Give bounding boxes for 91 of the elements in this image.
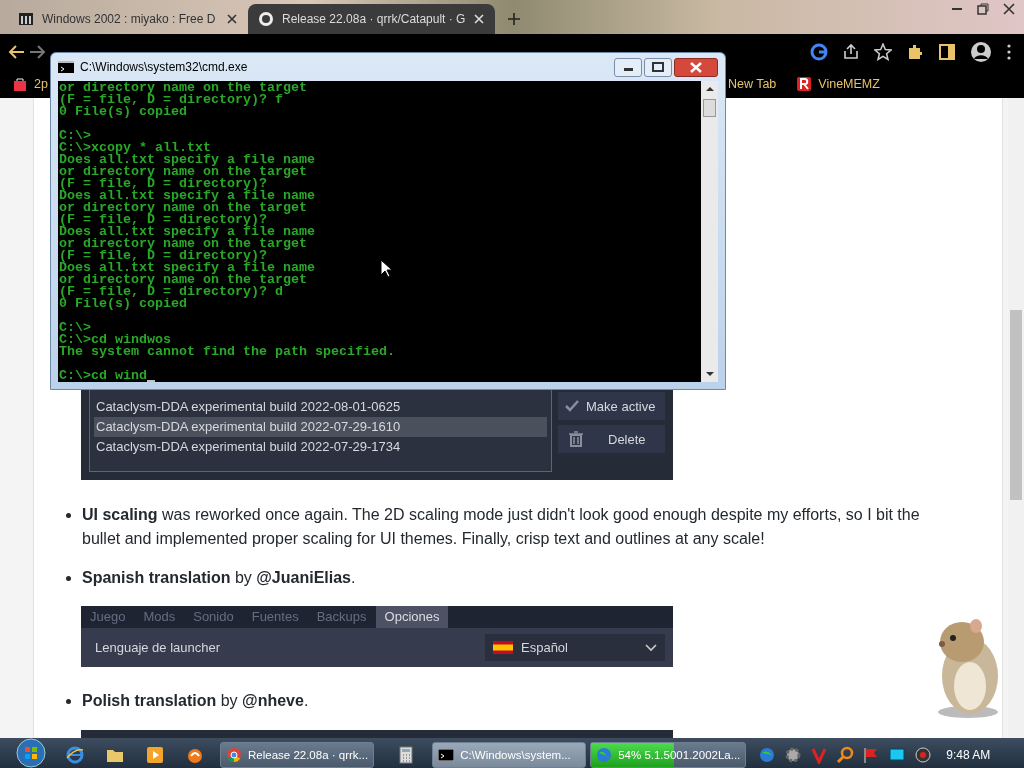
clock: 9:48 AM bbox=[946, 748, 991, 762]
mention-link[interactable]: @JuaniElias bbox=[256, 569, 351, 586]
back-arrow-icon[interactable] bbox=[8, 43, 26, 61]
building-icon bbox=[18, 11, 34, 27]
tab-title: Windows 2002 : miyako : Free D bbox=[42, 12, 217, 26]
console-line: (F = file, D = directory)? bbox=[59, 250, 267, 262]
forward-arrow-icon[interactable] bbox=[28, 43, 46, 61]
scrollbar-thumb[interactable] bbox=[703, 99, 716, 117]
console-line: C:\> bbox=[59, 130, 91, 142]
check-icon bbox=[564, 398, 580, 414]
letter-r-logo-icon bbox=[796, 76, 813, 92]
launcher-tab[interactable]: Opciones bbox=[375, 606, 449, 628]
close-icon[interactable] bbox=[674, 57, 718, 77]
console-line: or directory name on the target bbox=[59, 166, 307, 178]
tab-title: Release 22.08a · qrrk/Catapult · G bbox=[282, 12, 466, 26]
console-line: Does all.txt specify a file name bbox=[59, 154, 315, 166]
letter-v-icon[interactable] bbox=[810, 746, 829, 764]
spain-flag-icon bbox=[493, 641, 513, 654]
console-line: or directory name on the target bbox=[59, 274, 307, 286]
browser-tab[interactable]: Release 22.08a · qrrk/Catapult · G bbox=[248, 4, 496, 34]
bookmark-link[interactable]: 2p bbox=[34, 77, 48, 91]
console-line: (F = file, D = directory)? bbox=[59, 214, 267, 226]
setting-label: Lenguaje de launcher bbox=[95, 640, 221, 655]
mention-link[interactable]: @nheve bbox=[242, 692, 304, 709]
console-icon bbox=[58, 61, 74, 73]
console-line: (F = file, D = directory)? d bbox=[59, 286, 283, 298]
console-line: C:\>cd windwos bbox=[59, 334, 171, 346]
magnifier-icon[interactable] bbox=[836, 746, 855, 764]
console-line: or directory name on the target bbox=[59, 238, 307, 250]
chevron-down-icon bbox=[645, 643, 657, 652]
calculator-icon[interactable] bbox=[398, 746, 415, 764]
restore-icon[interactable] bbox=[976, 2, 990, 16]
down-arrow-icon[interactable] bbox=[704, 370, 715, 378]
sidebar-icon[interactable] bbox=[938, 43, 956, 61]
language-dropdown[interactable]: Español bbox=[485, 634, 665, 661]
bookmark-link[interactable]: New Tab bbox=[727, 77, 777, 91]
globe-icon bbox=[596, 747, 613, 763]
taskbar-button[interactable]: 54% 5.1.5001.2002La... bbox=[590, 742, 747, 768]
console-line: (F = file, D = directory)? f bbox=[59, 94, 283, 106]
bullet-text: UI scaling was reworked once again. The 2D scaling mode just didn't look good enough despite my efforts, so I bit the bullet and implemented proper scaling for UI themes. Finally, crisp text and outlines at any scale! bbox=[82, 505, 921, 549]
screen-icon[interactable] bbox=[888, 746, 907, 764]
text-cursor bbox=[147, 380, 155, 382]
console-line: The system cannot find the path specified. bbox=[59, 346, 395, 358]
console-line: or directory name on the target bbox=[59, 202, 307, 214]
console-icon bbox=[438, 749, 455, 761]
bookmark-link[interactable]: VineMEMZ bbox=[818, 77, 880, 91]
mouse-pointer-icon bbox=[380, 259, 393, 278]
profile-icon[interactable] bbox=[970, 41, 992, 63]
trash-icon bbox=[568, 431, 584, 447]
scrollbar[interactable] bbox=[701, 81, 718, 382]
menu-dots-icon[interactable] bbox=[1006, 43, 1012, 61]
console-line: Does all.txt specify a file name bbox=[59, 190, 315, 202]
google-g-icon[interactable] bbox=[810, 43, 828, 61]
bullet-text: Spanish translation by @JuaniElias. bbox=[82, 568, 357, 588]
star-icon[interactable] bbox=[874, 43, 892, 61]
console-line: Does all.txt specify a file name bbox=[59, 262, 315, 274]
bullet-text: Polish translation by @nheve. bbox=[82, 691, 310, 711]
taskbar-button[interactable]: Release 22.08a · qrrk... bbox=[220, 742, 375, 768]
close-icon[interactable] bbox=[1002, 2, 1016, 16]
puzzle-piece-icon[interactable] bbox=[906, 43, 924, 61]
scrollbar-thumb[interactable] bbox=[1010, 310, 1022, 500]
console-line: C:\> bbox=[59, 322, 91, 334]
share-icon[interactable] bbox=[842, 43, 860, 61]
start-orb-icon[interactable] bbox=[16, 738, 46, 768]
launcher-button[interactable]: Delete bbox=[558, 425, 665, 453]
plus-icon[interactable] bbox=[507, 12, 522, 26]
build-item[interactable]: Cataclysm-DDA experimental build 2022-07-29-1734 bbox=[94, 437, 547, 457]
console-line: Does all.txt specify a file name bbox=[59, 226, 315, 238]
console-line: 0 File(s) copied bbox=[59, 106, 187, 118]
up-arrow-icon[interactable] bbox=[704, 85, 715, 93]
bullet-icon bbox=[66, 699, 71, 704]
bullet-icon bbox=[66, 513, 71, 518]
shopping-bag-icon bbox=[12, 76, 28, 92]
window-title: C:\Windows\system32\cmd.exe bbox=[80, 60, 249, 74]
maximize-icon[interactable] bbox=[644, 57, 672, 77]
console-prompt[interactable]: C:\>cd wind bbox=[59, 370, 147, 382]
console-line: (F = file, D = directory)? bbox=[59, 178, 267, 190]
media-player-icon[interactable] bbox=[146, 746, 164, 764]
console-line: 0 File(s) copied bbox=[59, 298, 187, 310]
network-globe-icon[interactable] bbox=[758, 746, 777, 764]
launcher-button[interactable]: Make active bbox=[558, 392, 665, 420]
browser-tab[interactable]: Windows 2002 : miyako : Free D bbox=[8, 4, 248, 34]
console-line: C:\>xcopy * all.txt bbox=[59, 142, 211, 154]
build-item[interactable]: Cataclysm-DDA experimental build 2022-08-01-0625 bbox=[94, 397, 547, 417]
chrome-icon bbox=[226, 747, 242, 763]
minimize-icon[interactable] bbox=[614, 57, 642, 77]
close-icon[interactable] bbox=[226, 13, 238, 25]
bullet-icon bbox=[66, 576, 71, 581]
browser-e-icon[interactable] bbox=[66, 746, 84, 764]
build-item[interactable]: Cataclysm-DDA experimental build 2022-07-29-1610 bbox=[94, 417, 547, 437]
console-line: or directory name on the target bbox=[59, 82, 307, 94]
